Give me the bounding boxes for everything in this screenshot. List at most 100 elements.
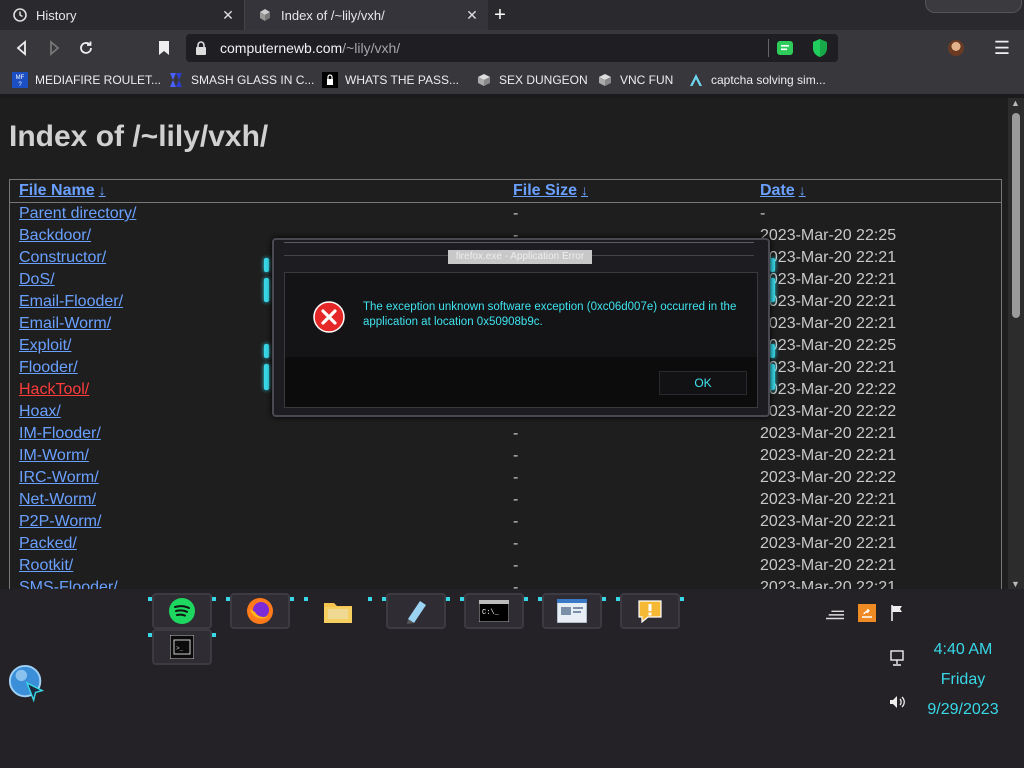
file-link[interactable]: Backdoor/ bbox=[19, 227, 91, 245]
file-explorer-icon bbox=[322, 597, 354, 625]
file-link[interactable]: Exploit/ bbox=[19, 337, 71, 355]
scroll-thumb[interactable] bbox=[1012, 113, 1020, 318]
bookmarks-bar: MF? MEDIAFIRE ROULET... SMASH GLASS IN C… bbox=[0, 66, 1024, 94]
dialog-body: The exception unknown software exception… bbox=[284, 272, 758, 408]
file-size: - bbox=[513, 579, 519, 589]
shield-icon[interactable] bbox=[811, 38, 829, 58]
bookmark-item[interactable]: SMASH GLASS IN C... bbox=[168, 71, 314, 89]
alert-icon bbox=[636, 597, 664, 625]
url-bar[interactable]: computernewb.com/~lily/vxh/ bbox=[186, 34, 838, 62]
scrollbar[interactable]: ▲ ▼ bbox=[1008, 98, 1024, 589]
file-date: 2023-Mar-20 22:22 bbox=[760, 403, 897, 420]
tab-history[interactable]: History ✕ bbox=[0, 0, 245, 30]
error-dialog[interactable]: firefox.exe - Application Error The exce… bbox=[272, 238, 770, 417]
bookmark-item[interactable]: MF? MEDIAFIRE ROULET... bbox=[12, 71, 161, 89]
bookmark-label: SMASH GLASS IN C... bbox=[191, 73, 315, 87]
volume-icon[interactable] bbox=[888, 693, 906, 711]
bookmark-icon[interactable] bbox=[154, 38, 174, 58]
table-row: Packed/ - 2023-Mar-20 22:21 bbox=[10, 533, 1001, 555]
flag-icon[interactable] bbox=[888, 604, 906, 622]
ok-button[interactable]: OK bbox=[659, 371, 747, 395]
column-file-name[interactable]: File Name ↓ bbox=[19, 182, 106, 200]
dialog-glow-accent bbox=[264, 364, 269, 390]
navigation-bar: computernewb.com/~lily/vxh/ ☰ bbox=[0, 30, 1024, 66]
scroll-down-icon[interactable]: ▼ bbox=[1011, 579, 1020, 589]
bookmark-label: captcha solving sim... bbox=[711, 73, 826, 87]
scroll-up-icon[interactable]: ▲ bbox=[1011, 98, 1020, 108]
svg-text:>_: >_ bbox=[176, 645, 184, 652]
file-date: 2023-Mar-20 22:22 bbox=[760, 381, 897, 398]
file-link[interactable]: Email-Flooder/ bbox=[19, 293, 123, 311]
avatar[interactable] bbox=[948, 40, 964, 56]
menu-icon[interactable]: ☰ bbox=[992, 38, 1012, 58]
file-link[interactable]: SMS-Flooder/ bbox=[19, 579, 118, 589]
start-orb-icon[interactable] bbox=[8, 664, 46, 703]
file-link[interactable]: Constructor/ bbox=[19, 249, 106, 267]
forward-icon[interactable] bbox=[44, 38, 64, 58]
taskbar-app-notepad[interactable] bbox=[382, 593, 450, 629]
table-row: Rootkit/ - 2023-Mar-20 22:21 bbox=[10, 555, 1001, 577]
bookmark-item[interactable]: captcha solving sim... bbox=[688, 71, 826, 89]
file-link[interactable]: Parent directory/ bbox=[19, 205, 136, 223]
file-link[interactable]: Hoax/ bbox=[19, 403, 61, 421]
url-text[interactable]: computernewb.com/~lily/vxh/ bbox=[220, 40, 400, 56]
taskbar-app-window[interactable] bbox=[538, 593, 606, 629]
file-date: 2023-Mar-20 22:21 bbox=[760, 425, 897, 442]
bookmark-label: MEDIAFIRE ROULET... bbox=[35, 73, 162, 87]
file-date: 2023-Mar-20 22:25 bbox=[760, 227, 897, 244]
file-link[interactable]: Rootkit/ bbox=[19, 557, 73, 575]
taskbar-app-terminal[interactable]: >_ bbox=[148, 629, 216, 665]
file-date: 2023-Mar-20 22:22 bbox=[760, 469, 897, 486]
bookmark-item[interactable]: SEX DUNGEON bbox=[476, 71, 588, 89]
bookmark-label: SEX DUNGEON bbox=[499, 73, 588, 87]
file-link[interactable]: IM-Worm/ bbox=[19, 447, 89, 465]
java-update-icon[interactable] bbox=[858, 604, 876, 622]
url-path: /~lily/vxh/ bbox=[342, 40, 401, 56]
svg-text:MF: MF bbox=[16, 75, 25, 81]
column-file-size[interactable]: File Size ↓ bbox=[513, 182, 588, 200]
column-date[interactable]: Date ↓ bbox=[760, 182, 806, 200]
taskbar-app-file-explorer[interactable] bbox=[304, 593, 372, 629]
taskbar-app-command-prompt[interactable]: C:\_ bbox=[460, 593, 528, 629]
file-size: - bbox=[513, 469, 519, 486]
firefox-icon bbox=[246, 597, 274, 625]
spotify-icon bbox=[168, 597, 196, 625]
clock-time[interactable]: 4:40 AM bbox=[918, 641, 1008, 659]
clock-day[interactable]: Friday bbox=[918, 671, 1008, 689]
tab-label: Index of /~lily/vxh/ bbox=[281, 7, 385, 23]
file-date: 2023-Mar-20 22:21 bbox=[760, 315, 897, 332]
file-link[interactable]: DoS/ bbox=[19, 271, 55, 289]
bookmark-item[interactable]: WHATS THE PASS... bbox=[322, 71, 459, 89]
close-tab-icon[interactable]: ✕ bbox=[220, 7, 236, 23]
table-row: IM-Flooder/ - 2023-Mar-20 22:21 bbox=[10, 423, 1001, 445]
sort-arrow-icon: ↓ bbox=[798, 182, 806, 198]
taskbar-app-alert[interactable] bbox=[616, 593, 684, 629]
tab-index-of-vxh[interactable]: Index of /~lily/vxh/ ✕ bbox=[245, 0, 488, 30]
network-bars-icon[interactable] bbox=[826, 605, 844, 623]
taskbar-app-spotify[interactable] bbox=[148, 593, 216, 629]
file-size: - bbox=[513, 513, 519, 530]
file-date: 2023-Mar-20 22:21 bbox=[760, 579, 897, 589]
titlebar-decoration bbox=[925, 0, 1022, 13]
file-link[interactable]: Flooder/ bbox=[19, 359, 78, 377]
file-link[interactable]: P2P-Worm/ bbox=[19, 513, 101, 531]
bookmark-item[interactable]: VNC FUN bbox=[597, 71, 673, 89]
file-link[interactable]: Packed/ bbox=[19, 535, 77, 553]
new-tab-icon[interactable]: + bbox=[490, 5, 510, 25]
file-link[interactable]: Net-Worm/ bbox=[19, 491, 96, 509]
lock-icon[interactable] bbox=[194, 40, 208, 56]
taskbar: C:\_ >_ 4:40 AM Friday 9/29/2023 bbox=[0, 589, 1024, 768]
clock-date[interactable]: 9/29/2023 bbox=[918, 701, 1008, 719]
file-link[interactable]: HackTool/ bbox=[19, 381, 89, 399]
file-link[interactable]: IRC-Worm/ bbox=[19, 469, 99, 487]
file-date: - bbox=[760, 205, 766, 222]
reload-icon[interactable] bbox=[76, 38, 96, 58]
network-icon[interactable] bbox=[888, 649, 906, 667]
taskbar-app-firefox[interactable] bbox=[226, 593, 294, 629]
file-link[interactable]: Email-Worm/ bbox=[19, 315, 111, 333]
close-tab-icon[interactable]: ✕ bbox=[464, 7, 480, 23]
file-size: - bbox=[513, 205, 519, 222]
back-icon[interactable] bbox=[12, 38, 32, 58]
file-link[interactable]: IM-Flooder/ bbox=[19, 425, 101, 443]
extension-icon[interactable] bbox=[776, 39, 794, 57]
